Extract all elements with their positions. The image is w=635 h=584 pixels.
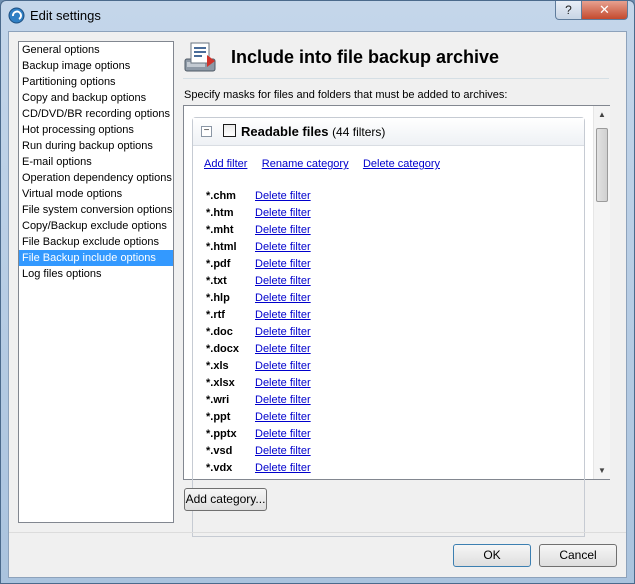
delete-filter-link[interactable]: Delete filter bbox=[255, 358, 311, 375]
sidebar-item[interactable]: Copy and backup options bbox=[19, 90, 173, 106]
category-header: − Readable files (44 filters) bbox=[193, 118, 584, 146]
category-name: Readable files bbox=[241, 124, 329, 139]
delete-filter-link[interactable]: Delete filter bbox=[255, 375, 311, 392]
filter-mask: *.vdx bbox=[206, 462, 233, 474]
sidebar-item[interactable]: Backup image options bbox=[19, 58, 173, 74]
filters-panel: − Readable files (44 filters) Add filter… bbox=[183, 105, 610, 537]
sidebar-item[interactable]: CD/DVD/BR recording options bbox=[19, 106, 173, 122]
filter-row: *.docx Delete filter bbox=[206, 341, 406, 358]
filter-mask: *.htm bbox=[206, 207, 234, 219]
sidebar-item[interactable]: File system conversion options bbox=[19, 202, 173, 218]
rename-category-link[interactable]: Rename category bbox=[262, 158, 349, 170]
file-backup-icon bbox=[184, 42, 216, 72]
filter-mask: *.rtf bbox=[206, 309, 225, 321]
footer-divider bbox=[9, 532, 626, 533]
delete-filter-link[interactable]: Delete filter bbox=[255, 392, 311, 409]
delete-category-link[interactable]: Delete category bbox=[363, 158, 440, 170]
scroll-thumb[interactable] bbox=[596, 128, 608, 202]
delete-filter-link[interactable]: Delete filter bbox=[255, 239, 311, 256]
delete-filter-link[interactable]: Delete filter bbox=[255, 460, 311, 477]
page-title: Include into file backup archive bbox=[231, 47, 500, 67]
title-bar[interactable]: Edit settings ? ✕ bbox=[1, 1, 634, 31]
filter-row: *.xls Delete filter bbox=[206, 358, 406, 375]
delete-filter-link[interactable]: Delete filter bbox=[255, 205, 311, 222]
filter-row: *.xlsx Delete filter bbox=[206, 375, 406, 392]
filter-row: *.hlp Delete filter bbox=[206, 290, 406, 307]
scroll-up-arrow-icon[interactable]: ▲ bbox=[594, 106, 610, 123]
filter-mask: *.html bbox=[206, 241, 237, 253]
delete-filter-link[interactable]: Delete filter bbox=[255, 409, 311, 426]
filter-row: *.pdf Delete filter bbox=[206, 256, 406, 273]
filter-mask: *.vsd bbox=[206, 445, 233, 457]
collapse-icon[interactable]: − bbox=[201, 126, 212, 137]
filter-mask: *.hlp bbox=[206, 292, 230, 304]
sidebar-item[interactable]: Log files options bbox=[19, 266, 173, 282]
category-group: − Readable files (44 filters) Add filter… bbox=[192, 117, 585, 537]
settings-window: Edit settings ? ✕ General options Backup … bbox=[0, 0, 635, 584]
delete-filter-link[interactable]: Delete filter bbox=[255, 222, 311, 239]
sidebar-item[interactable]: Partitioning options bbox=[19, 74, 173, 90]
sidebar-item[interactable]: E-mail options bbox=[19, 154, 173, 170]
filter-mask: *.pptx bbox=[206, 428, 237, 440]
filter-row: *.html Delete filter bbox=[206, 239, 406, 256]
delete-filter-link[interactable]: Delete filter bbox=[255, 290, 311, 307]
delete-filter-link[interactable]: Delete filter bbox=[255, 307, 311, 324]
sidebar-item[interactable]: Copy/Backup exclude options bbox=[19, 218, 173, 234]
delete-filter-link[interactable]: Delete filter bbox=[255, 426, 311, 443]
filter-row: *.chm Delete filter bbox=[206, 188, 406, 205]
sidebar-item[interactable]: File Backup exclude options bbox=[19, 234, 173, 250]
filter-row: *.doc Delete filter bbox=[206, 324, 406, 341]
add-category-button[interactable]: Add category... bbox=[184, 488, 267, 511]
add-filter-link[interactable]: Add filter bbox=[204, 158, 247, 170]
category-checkbox[interactable] bbox=[223, 124, 236, 137]
header-divider bbox=[183, 78, 609, 79]
options-list[interactable]: General options Backup image options Parti… bbox=[18, 41, 174, 523]
page-description: Specify masks for files and folders that… bbox=[184, 89, 508, 101]
cancel-button[interactable]: Cancel bbox=[539, 544, 617, 567]
filter-row: *.vdx Delete filter bbox=[206, 460, 406, 477]
category-title: Readable files (44 filters) bbox=[241, 124, 385, 139]
ok-button[interactable]: OK bbox=[453, 544, 531, 567]
filter-mask: *.doc bbox=[206, 326, 233, 338]
category-filter-count: (44 filters) bbox=[332, 125, 386, 139]
vertical-scrollbar[interactable]: ▲ ▼ bbox=[593, 106, 610, 479]
filter-mask: *.mht bbox=[206, 224, 234, 236]
filter-row: *.wri Delete filter bbox=[206, 392, 406, 409]
filter-mask: *.docx bbox=[206, 343, 240, 355]
filter-row: *.ppt Delete filter bbox=[206, 409, 406, 426]
filter-row: *.mht Delete filter bbox=[206, 222, 406, 239]
filter-mask: *.ppt bbox=[206, 411, 231, 423]
scroll-down-arrow-icon[interactable]: ▼ bbox=[594, 462, 610, 479]
dialog-body: General options Backup image options Parti… bbox=[8, 31, 627, 578]
sidebar-item[interactable]: Hot processing options bbox=[19, 122, 173, 138]
filter-mask: *.chm bbox=[206, 190, 236, 202]
delete-filter-link[interactable]: Delete filter bbox=[255, 324, 311, 341]
sidebar-item[interactable]: Operation dependency options bbox=[19, 170, 173, 186]
delete-filter-link[interactable]: Delete filter bbox=[255, 256, 311, 273]
filter-mask: *.txt bbox=[206, 275, 227, 287]
help-button[interactable]: ? bbox=[555, 1, 582, 20]
app-logo-icon bbox=[8, 7, 25, 24]
sidebar-item[interactable]: Virtual mode options bbox=[19, 186, 173, 202]
window-title: Edit settings bbox=[30, 8, 101, 23]
close-button[interactable]: ✕ bbox=[581, 1, 628, 20]
filter-mask: *.xlsx bbox=[206, 377, 235, 389]
category-actions: Add filter Rename category Delete catego… bbox=[204, 156, 451, 170]
sidebar-item[interactable]: Run during backup options bbox=[19, 138, 173, 154]
filter-row: *.rtf Delete filter bbox=[206, 307, 406, 324]
filter-mask: *.wri bbox=[206, 394, 230, 406]
delete-filter-link[interactable]: Delete filter bbox=[255, 341, 311, 358]
delete-filter-link[interactable]: Delete filter bbox=[255, 443, 311, 460]
filter-mask: *.pdf bbox=[206, 258, 231, 270]
filter-row: *.vsd Delete filter bbox=[206, 443, 406, 460]
filter-mask: *.xls bbox=[206, 360, 229, 372]
filter-row: *.pptx Delete filter bbox=[206, 426, 406, 443]
filter-list: *.chm Delete filter *.htm Delete filter *.mh… bbox=[206, 188, 406, 477]
filter-row: *.htm Delete filter bbox=[206, 205, 406, 222]
sidebar-item[interactable]: General options bbox=[19, 42, 173, 58]
delete-filter-link[interactable]: Delete filter bbox=[255, 188, 311, 205]
delete-filter-link[interactable]: Delete filter bbox=[255, 273, 311, 290]
filter-row: *.txt Delete filter bbox=[206, 273, 406, 290]
sidebar-item[interactable]: File Backup include options bbox=[19, 250, 173, 266]
